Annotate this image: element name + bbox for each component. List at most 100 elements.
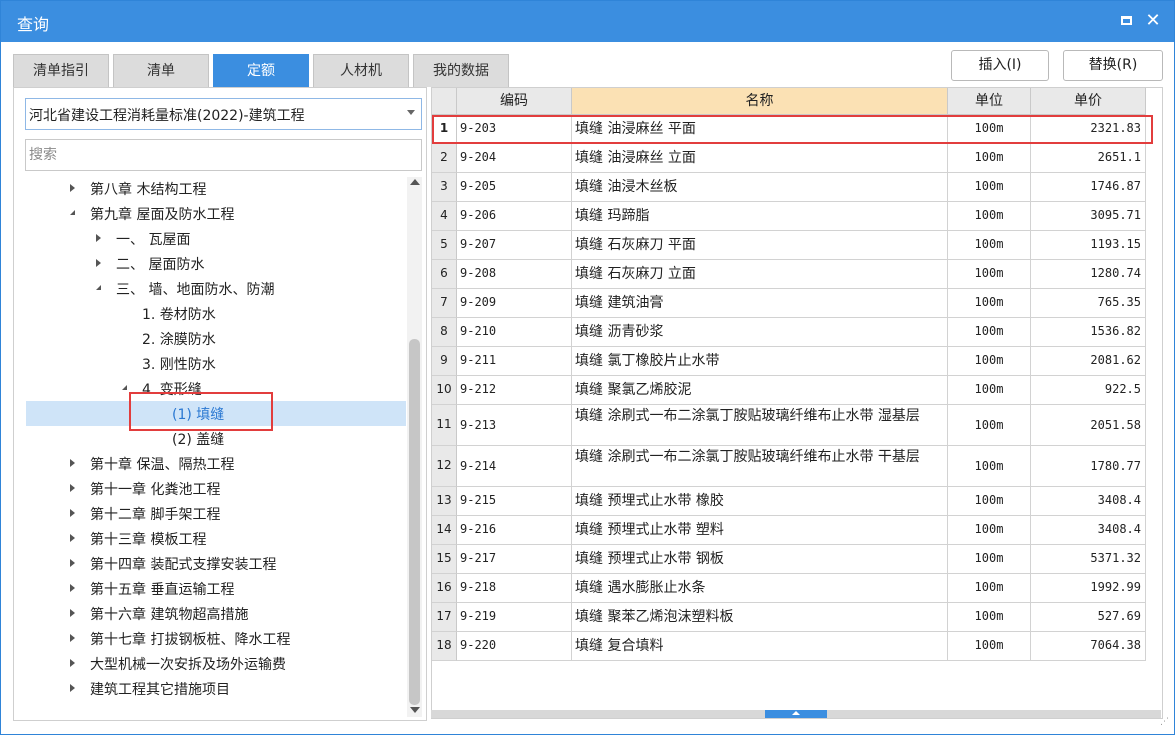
collapsed-arrow-icon[interactable] (70, 684, 75, 692)
collapsed-arrow-icon[interactable] (70, 484, 75, 492)
collapsed-arrow-icon[interactable] (96, 259, 101, 267)
cell-price-text: 1280.74 (1090, 266, 1141, 280)
insert-button[interactable]: 插入(I) (951, 50, 1049, 81)
collapsed-arrow-icon[interactable] (70, 509, 75, 517)
tree-item[interactable]: 二、 屋面防水 (26, 251, 406, 276)
collapsed-arrow-icon[interactable] (96, 234, 101, 242)
table-row[interactable]: 5 9-207 填缝 石灰麻刀 平面 100m 1193.15 (432, 231, 1146, 260)
tree-item[interactable]: 第十四章 装配式支撑安装工程 (26, 551, 406, 576)
collapsed-arrow-icon[interactable] (70, 634, 75, 642)
collapsed-arrow-icon[interactable] (70, 534, 75, 542)
scroll-up-icon[interactable] (410, 179, 420, 185)
tree-item-label: 第九章 屋面及防水工程 (90, 207, 235, 223)
tree-item[interactable]: 3. 刚性防水 (26, 351, 406, 376)
tree-item[interactable]: 一、 瓦屋面 (26, 226, 406, 251)
maximize-button[interactable] (1116, 11, 1136, 31)
tab-labor-material-machine[interactable]: 人材机 (313, 54, 409, 87)
header-code[interactable]: 编码 (457, 88, 572, 115)
collapsed-arrow-icon[interactable] (70, 559, 75, 567)
cell-code-text: 9-218 (460, 580, 497, 594)
table-row[interactable]: 17 9-219 填缝 聚苯乙烯泡沫塑料板 100m 527.69 (432, 603, 1146, 632)
collapsed-arrow-icon[interactable] (70, 459, 75, 467)
table-row[interactable]: 10 9-212 填缝 聚氯乙烯胶泥 100m 922.5 (432, 376, 1146, 405)
table-row[interactable]: 15 9-217 填缝 预埋式止水带 钢板 100m 5371.32 (432, 545, 1146, 574)
tree-item[interactable]: 大型机械一次安拆及场外运输费 (26, 651, 406, 676)
cell-code-text: 9-220 (460, 638, 497, 652)
chevron-up-icon (792, 711, 800, 715)
tree-item[interactable]: 第十章 保温、隔热工程 (26, 451, 406, 476)
scroll-down-icon[interactable] (410, 707, 420, 713)
expanded-arrow-icon[interactable] (70, 210, 75, 215)
table-row[interactable]: 9 9-211 填缝 氯丁橡胶片止水带 100m 2081.62 (432, 347, 1146, 376)
table-row[interactable]: 18 9-220 填缝 复合填料 100m 7064.38 (432, 632, 1146, 661)
header-unit[interactable]: 单位 (948, 88, 1031, 115)
tree-item[interactable]: 1. 卷材防水 (26, 301, 406, 326)
search-input[interactable] (25, 139, 422, 171)
title-bar: 查询 ✕ (1, 1, 1174, 42)
collapsed-arrow-icon[interactable] (70, 659, 75, 667)
tab-quota[interactable]: 定额 (213, 54, 309, 87)
row-index: 12 (432, 446, 457, 487)
table-row[interactable]: 13 9-215 填缝 预埋式止水带 橡胶 100m 3408.4 (432, 487, 1146, 516)
table-row[interactable]: 1 9-203 填缝 油浸麻丝 平面 100m 2321.83 (432, 115, 1146, 144)
cell-name-text: 填缝 复合填料 (575, 638, 664, 654)
cell-code-text: 9-214 (460, 459, 497, 473)
table-row[interactable]: 3 9-205 填缝 油浸木丝板 100m 1746.87 (432, 173, 1146, 202)
tab-my-data[interactable]: 我的数据 (413, 54, 509, 87)
tree-item[interactable]: 第十一章 化粪池工程 (26, 476, 406, 501)
tree-scroll-thumb[interactable] (409, 339, 420, 705)
tree-item[interactable]: 第十六章 建筑物超高措施 (26, 601, 406, 626)
tree-item[interactable]: 第八章 木结构工程 (26, 176, 406, 201)
collapsed-arrow-icon[interactable] (70, 609, 75, 617)
close-button[interactable]: ✕ (1143, 11, 1163, 31)
cell-price: 1280.74 (1031, 260, 1146, 289)
row-index: 14 (432, 516, 457, 545)
cell-code-text: 9-205 (460, 179, 497, 193)
resize-grip-icon[interactable]: ⋰ (1160, 718, 1170, 730)
replace-button[interactable]: 替换(R) (1063, 50, 1163, 81)
table-row[interactable]: 7 9-209 填缝 建筑油膏 100m 765.35 (432, 289, 1146, 318)
header-price[interactable]: 单价 (1031, 88, 1146, 115)
cell-price-text: 922.5 (1104, 382, 1141, 396)
cell-unit-text: 100m (974, 324, 1004, 338)
tree-item[interactable]: (2) 盖缝 (26, 426, 406, 451)
tree-item[interactable]: 三、 墙、地面防水、防潮 (26, 276, 406, 301)
table-row[interactable]: 4 9-206 填缝 玛蹄脂 100m 3095.71 (432, 202, 1146, 231)
cell-name: 填缝 油浸木丝板 (572, 173, 948, 202)
tree-item[interactable]: 第九章 屋面及防水工程 (26, 201, 406, 226)
expanded-arrow-icon[interactable] (96, 285, 101, 290)
cell-unit: 100m (948, 115, 1031, 144)
expanded-arrow-icon[interactable] (122, 385, 127, 390)
cell-name: 填缝 油浸麻丝 立面 (572, 144, 948, 173)
table-row[interactable]: 8 9-210 填缝 沥青砂浆 100m 1536.82 (432, 318, 1146, 347)
quota-library-select[interactable]: 河北省建设工程消耗量标准(2022)-建筑工程 (25, 98, 422, 130)
cell-unit: 100m (948, 347, 1031, 376)
splitter-grip[interactable] (765, 710, 827, 718)
collapsed-arrow-icon[interactable] (70, 184, 75, 192)
splitter-bar[interactable] (431, 710, 1161, 718)
tree-item[interactable]: 建筑工程其它措施项目 (26, 676, 406, 701)
tab-list[interactable]: 清单 (113, 54, 209, 87)
table-row[interactable]: 12 9-214 填缝 涂刷式一布二涂氯丁胺贴玻璃纤维布止水带 干基层 100m 178… (432, 446, 1146, 487)
tree-scrollbar[interactable] (407, 177, 422, 717)
tree-item[interactable]: 4. 变形缝 (26, 376, 406, 401)
tree-item[interactable]: 第十三章 模板工程 (26, 526, 406, 551)
tab-list-guide[interactable]: 清单指引 (13, 54, 109, 87)
table-row[interactable]: 14 9-216 填缝 预埋式止水带 塑料 100m 3408.4 (432, 516, 1146, 545)
table-row[interactable]: 6 9-208 填缝 石灰麻刀 立面 100m 1280.74 (432, 260, 1146, 289)
tree-item-label: 二、 屋面防水 (116, 257, 205, 273)
table-row[interactable]: 11 9-213 填缝 涂刷式一布二涂氯丁胺贴玻璃纤维布止水带 湿基层 100m 205… (432, 405, 1146, 446)
tree-item[interactable]: 第十二章 脚手架工程 (26, 501, 406, 526)
header-name[interactable]: 名称 (572, 88, 948, 115)
cell-price: 922.5 (1031, 376, 1146, 405)
tree-item[interactable]: 2. 涂膜防水 (26, 326, 406, 351)
cell-name-text: 填缝 石灰麻刀 立面 (575, 266, 696, 282)
table-row[interactable]: 2 9-204 填缝 油浸麻丝 立面 100m 2651.1 (432, 144, 1146, 173)
table-row[interactable]: 16 9-218 填缝 遇水膨胀止水条 100m 1992.99 (432, 574, 1146, 603)
tree-item[interactable]: 第十五章 垂直运输工程 (26, 576, 406, 601)
tree-item[interactable]: 第十七章 打拔钢板桩、降水工程 (26, 626, 406, 651)
tree-item-label: 第八章 木结构工程 (90, 182, 207, 198)
cell-code-text: 9-206 (460, 208, 497, 222)
collapsed-arrow-icon[interactable] (70, 584, 75, 592)
tree-item[interactable]: (1) 填缝 (26, 401, 406, 426)
